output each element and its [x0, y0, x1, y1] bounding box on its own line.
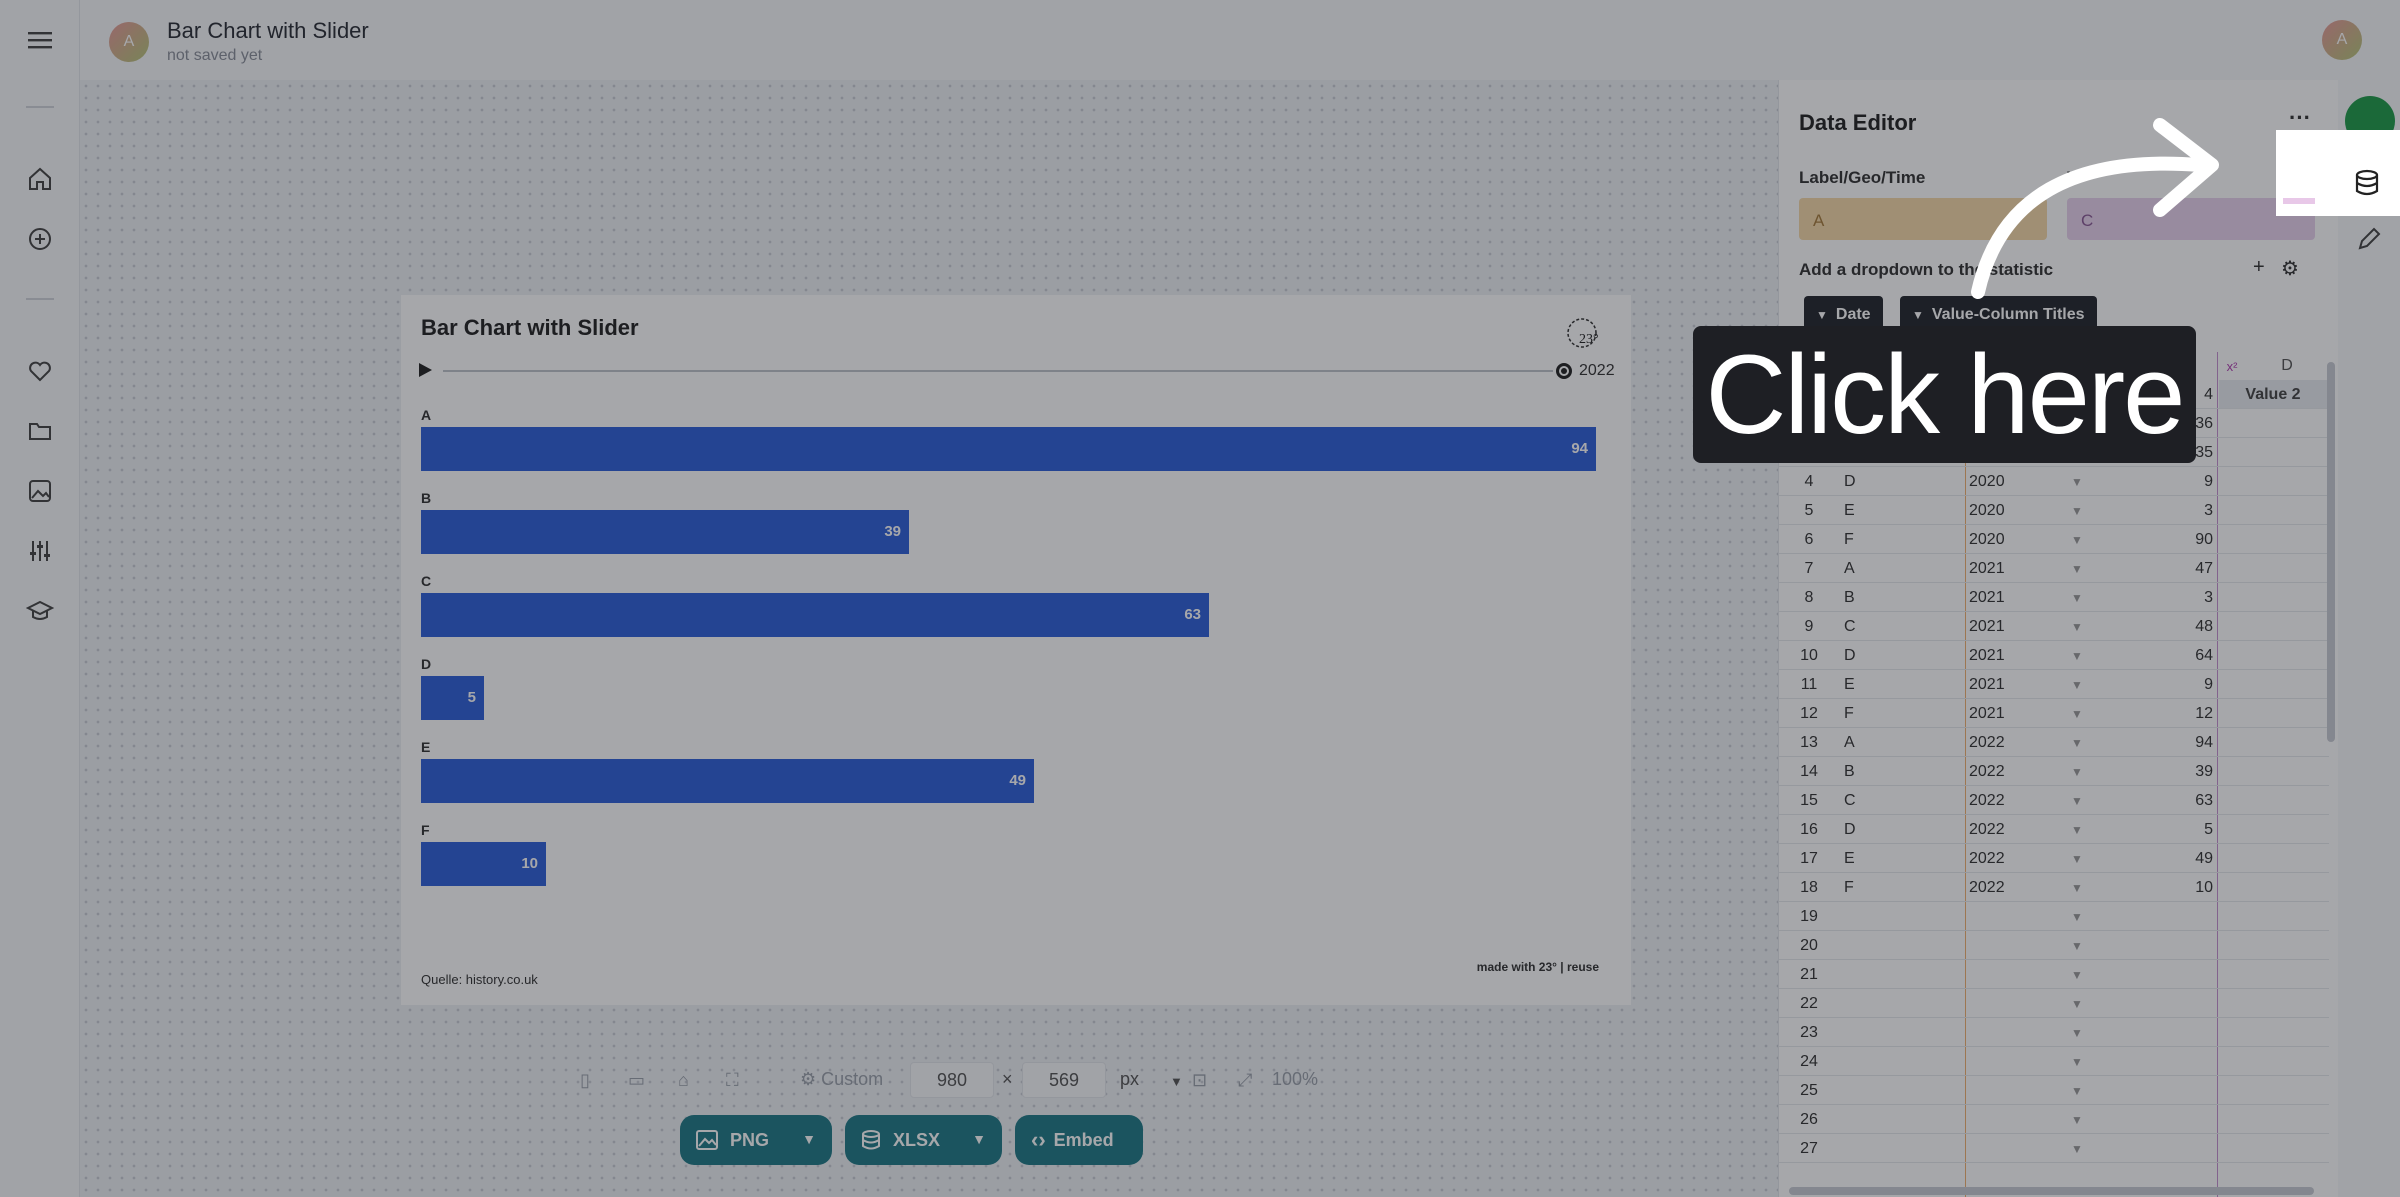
database-icon[interactable]: [2352, 168, 2382, 198]
pointer-arrow-icon: [1971, 118, 2219, 299]
spotlight-tab-indicator: [2283, 198, 2315, 204]
click-here-callout: Click here: [1693, 326, 2196, 463]
